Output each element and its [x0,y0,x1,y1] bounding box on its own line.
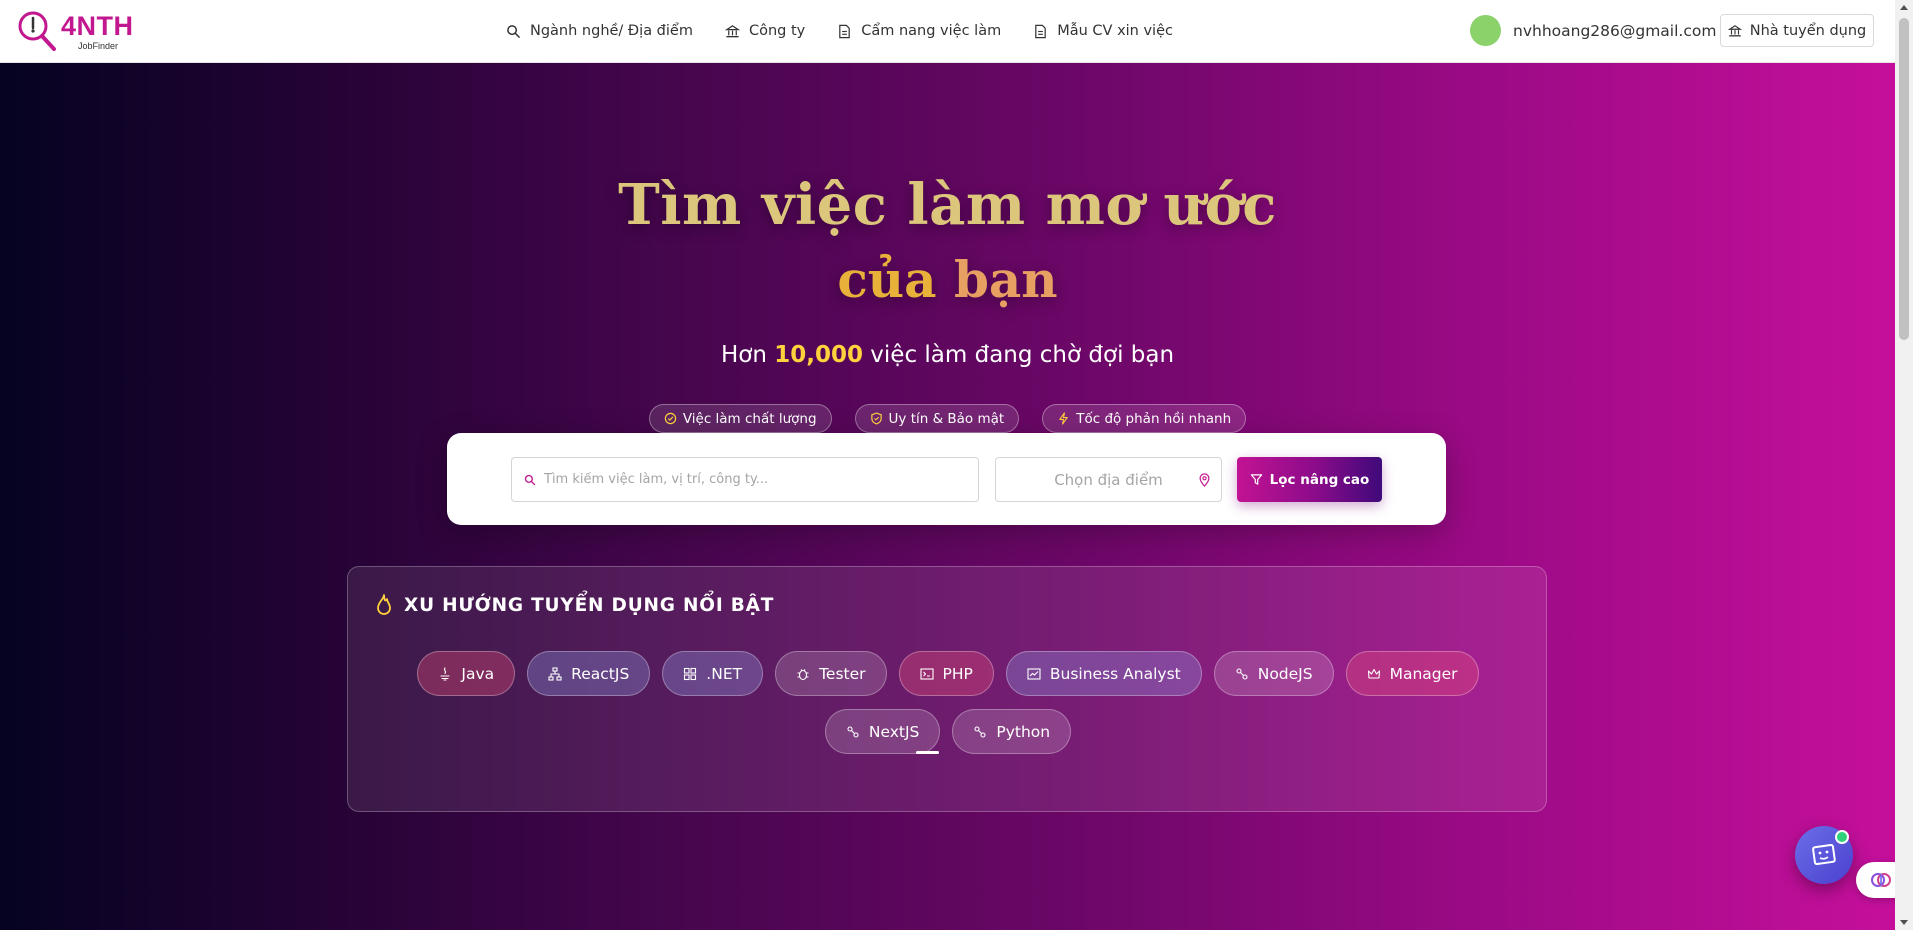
chatbot-icon [1812,843,1836,866]
tag-java[interactable]: Java [417,651,516,696]
fire-icon [377,594,391,615]
hero-title-highlight: bạn [953,250,1058,309]
subtitle-suffix: việc làm đang chờ đợi bạn [862,342,1175,368]
page-scrollbar[interactable] [1895,0,1913,930]
sitemap-icon [548,666,562,681]
node-icon [847,725,859,738]
nav-cv-templates[interactable]: Mẫu CV xin việc [1033,23,1173,39]
tag-label: ReactJS [571,664,630,683]
document-icon [1035,24,1047,38]
user-menu[interactable]: nvhhoang286@gmail.com [1470,15,1716,46]
nav-industry-location[interactable]: Ngành nghề/ Địa điểm [506,23,693,39]
document-icon [839,24,851,38]
search-input[interactable] [542,471,966,488]
crown-icon [1367,668,1380,679]
job-count: 10,000 [774,342,863,368]
main-nav: Ngành nghề/ Địa điểm Công ty Cẩm nang vi… [506,0,1173,62]
badge-label: Uy tín & Bảo mật [888,410,1005,427]
chart-icon [1027,667,1041,680]
nav-label: Mẫu CV xin việc [1057,23,1173,39]
employer-button-label: Nhà tuyển dụng [1749,22,1867,39]
scroll-down-arrow[interactable] [1900,920,1908,925]
building-icon [1727,24,1742,36]
feature-badges: Việc làm chất lượng Uy tín & Bảo mật Tốc… [0,404,1895,433]
trending-tags: Java ReactJS .NET Tester PHP Business An… [388,651,1508,754]
location-placeholder: Chọn địa điểm [1054,470,1163,489]
tag-label: Java [461,664,495,683]
nav-career-guide[interactable]: Cẩm nang việc làm [837,23,1001,39]
logo-text: 4NTH [61,11,134,41]
tag-label: NodeJS [1257,664,1313,683]
search-card: Chọn địa điểm Lọc nâng cao [447,433,1446,525]
nav-label: Cẩm nang việc làm [861,23,1002,39]
trending-title: XU HƯỚNG TUYỂN DỤNG NỔI BẬT [374,593,774,617]
nav-companies[interactable]: Công ty [724,23,806,39]
tag-dotnet[interactable]: .NET [662,651,764,696]
tag-php[interactable]: PHP [898,651,994,696]
nav-label: Ngành nghề/ Địa điểm [530,23,693,39]
avatar[interactable] [1470,15,1501,46]
tag-label: Business Analyst [1049,664,1181,683]
hero-title: Tìm việc làm mơ ước [618,172,1277,238]
search-icon [507,24,520,38]
scroll-thumb[interactable] [1899,18,1909,340]
badge-label: Việc làm chất lượng [682,410,817,427]
shield-icon [870,412,882,425]
check-circle-icon [664,412,677,425]
hero-title-part: của [837,250,954,309]
terminal-icon [919,667,934,680]
tag-business-analyst[interactable]: Business Analyst [1005,651,1202,696]
badge-label: Tốc độ phản hồi nhanh [1076,410,1232,427]
user-email[interactable]: nvhhoang286@gmail.com [1513,22,1716,40]
badge-quality: Việc làm chất lượng [648,404,832,433]
badge-speed: Tốc độ phản hồi nhanh [1042,404,1247,433]
tag-label: .NET [706,664,743,683]
tag-reactjs[interactable]: ReactJS [527,651,651,696]
tag-label: Tester [819,664,866,683]
chatbot-button[interactable] [1795,826,1853,884]
location-select[interactable]: Chọn địa điểm [995,457,1222,502]
node-icon [1236,667,1248,680]
windows-icon [684,667,697,680]
search-icon [524,474,536,485]
node-icon [974,725,986,738]
bug-icon [797,668,809,680]
trending-title-text: XU HƯỚNG TUYỂN DỤNG NỔI BẬT [404,594,775,616]
map-pin-icon [1199,473,1210,487]
tag-label: Python [996,722,1051,741]
subtitle-prefix: Hơn [720,342,775,368]
tag-python[interactable]: Python [952,709,1072,754]
building-icon [724,24,740,37]
magnifier-logo-icon [18,11,56,51]
tag-label: Manager [1389,664,1458,683]
hero-title-line2: của bạn [0,250,1895,309]
job-search-field[interactable] [511,457,979,502]
online-status-dot [1835,830,1849,844]
lightning-icon [1059,412,1068,425]
tag-tester[interactable]: Tester [775,651,887,696]
logo-subtitle: JobFinder [78,41,119,51]
tag-nodejs[interactable]: NodeJS [1213,651,1334,696]
scroll-up-arrow[interactable] [1900,5,1908,10]
advanced-filter-button[interactable]: Lọc nâng cao [1237,457,1382,502]
nav-label: Công ty [748,23,806,39]
filter-button-label: Lọc nâng cao [1269,471,1370,488]
tag-label: PHP [942,664,973,683]
hero-subtitle: Hơn 10,000 việc làm đang chờ đợi bạn [0,342,1895,368]
brain-icon [1871,873,1891,887]
filter-icon [1250,474,1262,485]
trending-section: XU HƯỚNG TUYỂN DỤNG NỔI BẬT Java ReactJS… [347,566,1547,812]
tag-manager[interactable]: Manager [1345,651,1479,696]
tag-nextjs[interactable]: NextJS [824,709,941,754]
badge-trust: Uy tín & Bảo mật [854,404,1020,433]
top-navbar: 4NTH JobFinder Ngành nghề/ Địa điểm Công… [0,0,1895,63]
tag-label: NextJS [868,722,920,741]
employer-button[interactable]: Nhà tuyển dụng [1720,14,1874,47]
logo[interactable]: 4NTH JobFinder [16,9,146,53]
java-icon [440,666,450,681]
